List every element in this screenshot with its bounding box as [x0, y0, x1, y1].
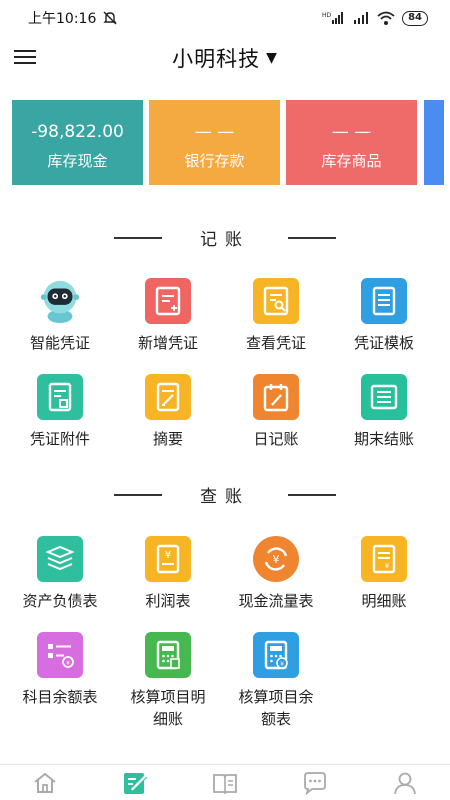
balance-sheet-item[interactable]: 资产负债表: [4, 536, 116, 612]
smart-voucher-item[interactable]: 智能凭证: [4, 278, 116, 354]
svg-text:¥: ¥: [273, 553, 280, 566]
svg-text:¥: ¥: [165, 550, 171, 561]
item-label: 日记账: [253, 430, 299, 448]
item-label: 新增凭证: [137, 334, 198, 352]
edit-icon: [124, 772, 148, 794]
signal-icon: [354, 12, 369, 24]
closing-icon: [361, 374, 407, 420]
card-bank[interactable]: — — 银行存款: [149, 100, 280, 185]
svg-text:¥: ¥: [280, 661, 284, 668]
card-value: — —: [331, 122, 372, 142]
item-label: 现金流量表: [238, 592, 314, 610]
card-value: -98,822.00: [31, 122, 124, 142]
nav-profile[interactable]: [385, 767, 425, 799]
accounting-item-balance-item[interactable]: ¥ 核算项目余 额表: [220, 632, 332, 730]
item-label: 明细账: [361, 592, 407, 610]
wifi-icon: [377, 11, 395, 25]
journal-item[interactable]: 日记账: [220, 374, 332, 450]
mute-bell-icon: [103, 11, 118, 25]
item-label: 核算项目明 细账: [130, 688, 206, 728]
svg-text:¥: ¥: [66, 660, 70, 667]
card-cash[interactable]: -98,822.00 库存现金: [12, 100, 143, 185]
robot-icon: [37, 278, 83, 324]
item-label: 核算项目余 额表: [238, 688, 314, 728]
chat-icon: [304, 771, 326, 795]
period-closing-item[interactable]: 期末结账: [328, 374, 440, 450]
view-voucher-item[interactable]: 查看凭证: [220, 278, 332, 354]
card-inventory[interactable]: — — 库存商品: [286, 100, 417, 185]
card-value: — —: [194, 122, 235, 142]
card-next-peek[interactable]: [424, 100, 444, 185]
journal-icon: [253, 374, 299, 420]
company-selector[interactable]: 小明科技 ▼: [172, 43, 278, 73]
svg-text:HD: HD: [322, 12, 332, 19]
template-icon: [361, 278, 407, 324]
add-voucher-item[interactable]: 新增凭证: [112, 278, 224, 354]
card-label: 库存现金: [47, 152, 108, 170]
calculator-icon: [145, 632, 191, 678]
card-label: 库存商品: [321, 152, 382, 170]
item-label: 智能凭证: [29, 334, 90, 352]
caret-down-icon: ▼: [266, 50, 278, 66]
ledger-icon: ¥: [361, 536, 407, 582]
account-balance-item[interactable]: ¥ 科目余额表: [4, 632, 116, 708]
account-balance-icon: ¥: [37, 632, 83, 678]
item-label: 利润表: [145, 592, 191, 610]
status-time: 上午10:16: [28, 11, 97, 27]
profit-icon: ¥: [145, 536, 191, 582]
item-label: 资产负债表: [22, 592, 98, 610]
cash-flow-item[interactable]: ¥ 现金流量表: [220, 536, 332, 612]
balance-sheet-icon: [37, 536, 83, 582]
company-name: 小明科技: [172, 47, 261, 71]
voucher-attachment-item[interactable]: 凭证附件: [4, 374, 116, 450]
cash-flow-icon: ¥: [253, 536, 299, 582]
svg-text:¥: ¥: [385, 562, 390, 570]
section-title-inquiry: 查账: [0, 482, 450, 507]
summary-cards: -98,822.00 库存现金 — — 银行存款 — — 库存商品: [12, 100, 450, 186]
item-label: 科目余额表: [22, 688, 98, 706]
app-header: 小明科技 ▼: [0, 36, 450, 80]
nav-bookkeeping[interactable]: [115, 767, 155, 799]
item-label: 查看凭证: [245, 334, 306, 352]
view-voucher-icon: [253, 278, 299, 324]
battery-indicator: 84: [402, 10, 428, 26]
signal-hd-icon: HD: [322, 12, 344, 24]
card-label: 银行存款: [184, 152, 245, 170]
item-label: 摘要: [152, 430, 183, 448]
calculator-balance-icon: ¥: [253, 632, 299, 678]
attachment-icon: [37, 374, 83, 420]
profit-statement-item[interactable]: ¥ 利润表: [112, 536, 224, 612]
item-label: 期末结账: [353, 430, 414, 448]
menu-button[interactable]: [14, 46, 36, 68]
add-voucher-icon: [145, 278, 191, 324]
item-label: 凭证模板: [353, 334, 414, 352]
accounting-item-detail-item[interactable]: 核算项目明 细账: [112, 632, 224, 730]
home-icon: [34, 772, 56, 793]
summary-icon: [145, 374, 191, 420]
book-icon: [213, 773, 237, 794]
nav-messages[interactable]: [295, 767, 335, 799]
summary-item[interactable]: 摘要: [112, 374, 224, 450]
nav-home[interactable]: [25, 767, 65, 799]
status-bar: 上午10:16 HD 84: [0, 0, 450, 36]
voucher-template-item[interactable]: 凭证模板: [328, 278, 440, 354]
item-label: 凭证附件: [29, 430, 90, 448]
nav-books[interactable]: [205, 767, 245, 799]
detail-ledger-item[interactable]: ¥ 明细账: [328, 536, 440, 612]
section-title-bookkeeping: 记账: [0, 225, 450, 250]
user-icon: [394, 772, 416, 794]
bottom-navigation: [0, 764, 450, 800]
